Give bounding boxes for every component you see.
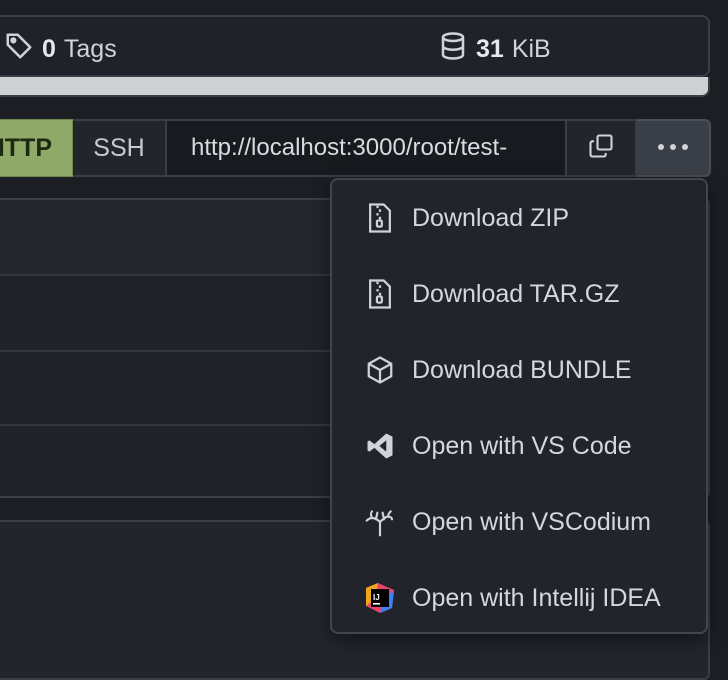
tag-icon [4,31,34,68]
menu-item-label: Open with VSCodium [412,507,652,536]
svg-text:IJ: IJ [373,593,380,602]
tags-stat[interactable]: 0 Tags [4,31,117,68]
repo-stats-bar: 0 Tags 31 KiB [0,15,710,77]
clone-options-menu: Download ZIP Download TAR.GZ Download BU… [330,178,708,634]
menu-item-label: Download BUNDLE [412,355,632,384]
http-clone-button[interactable]: HTTP [0,119,73,177]
size-value: 31 [476,35,504,63]
copy-url-button[interactable] [567,119,637,177]
database-icon [438,31,468,68]
file-zip-icon [364,278,396,310]
menu-item-label: Download TAR.GZ [412,279,620,308]
open-vscode-item[interactable]: Open with VS Code [332,408,706,484]
size-stat[interactable]: 31 KiB [438,31,551,68]
menu-item-label: Open with VS Code [412,431,632,460]
download-zip-item[interactable]: Download ZIP [332,180,706,256]
menu-item-label: Download ZIP [412,203,570,232]
file-zip-icon [364,202,396,234]
clone-url-input[interactable]: http://localhost:3000/root/test- [167,119,567,177]
language-bar [0,77,710,97]
open-vscodium-item[interactable]: Open with VSCodium [332,484,706,560]
kebab-horizontal-icon [656,139,690,157]
download-bundle-item[interactable]: Download BUNDLE [332,332,706,408]
download-targz-item[interactable]: Download TAR.GZ [332,256,706,332]
intellij-icon: IJ [364,582,396,614]
vscodium-icon [364,506,396,538]
size-unit: KiB [511,35,551,63]
vscode-icon [364,430,396,462]
tags-count: 0 [42,35,56,63]
menu-item-label: Open with Intellij IDEA [412,583,661,612]
ssh-clone-button[interactable]: SSH [73,119,167,177]
open-intellij-item[interactable]: IJ Open with Intellij IDEA [332,560,706,636]
more-options-button[interactable] [637,119,711,177]
package-icon [364,354,396,386]
copy-icon [587,132,615,165]
tags-label: Tags [63,35,117,63]
